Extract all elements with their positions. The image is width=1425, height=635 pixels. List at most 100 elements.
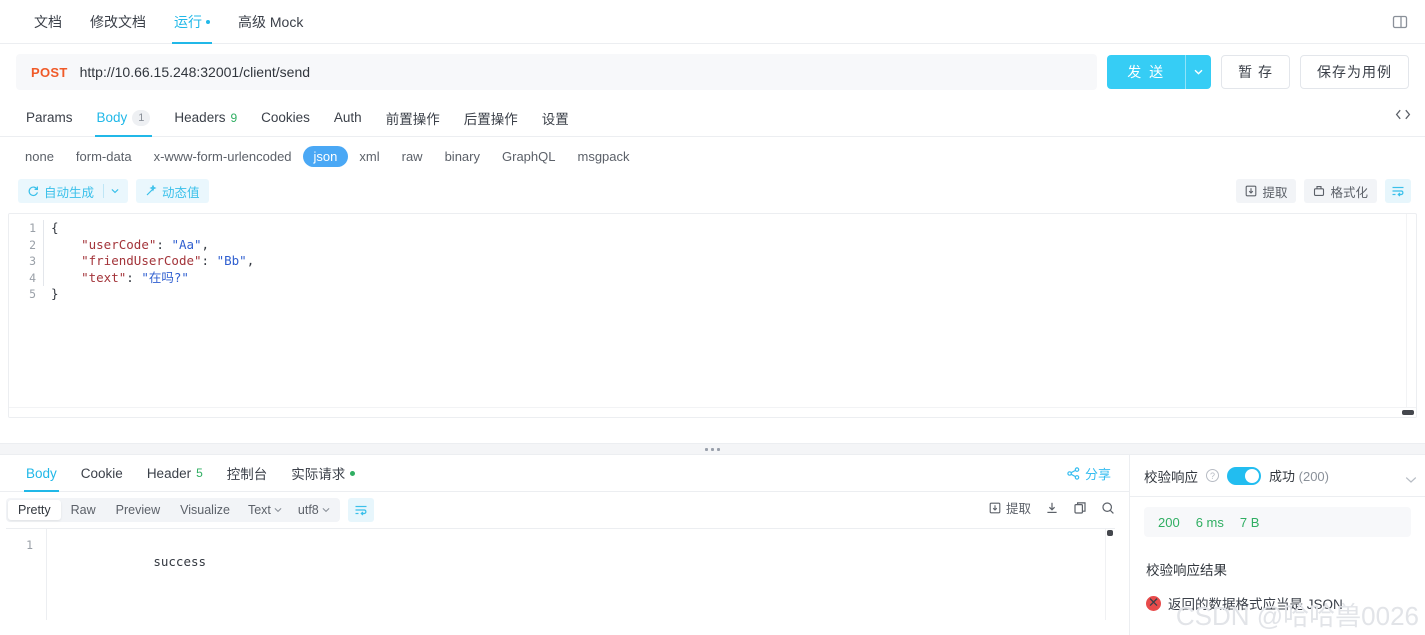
top-tab-edit-doc[interactable]: 修改文档: [76, 0, 160, 43]
response-toolbar-right: 提取: [989, 498, 1115, 517]
json-key: "userCode": [81, 236, 157, 252]
stash-button[interactable]: 暂 存: [1221, 55, 1290, 89]
line-number: 5: [29, 287, 36, 301]
scrollbar-thumb[interactable]: [1402, 410, 1414, 415]
request-tab-post-script[interactable]: 后置操作: [452, 99, 530, 136]
response-type-value: Text: [247, 503, 271, 517]
stash-button-label: 暂 存: [1238, 64, 1273, 80]
body-type-json[interactable]: json: [302, 146, 349, 167]
editor-toolbar-right: 提取 格式化: [1236, 179, 1411, 203]
verify-header: 校验响应 ? 成功 (200): [1130, 455, 1425, 497]
response-tab-label: Cookie: [80, 465, 123, 481]
request-tab-params[interactable]: Params: [14, 99, 85, 136]
response-extract-label: 提取: [1005, 502, 1031, 516]
body-type-form-data[interactable]: form-data: [65, 146, 143, 167]
request-tab-pre-script[interactable]: 前置操作: [374, 99, 452, 136]
response-tab-body[interactable]: Body: [14, 455, 69, 492]
response-code-lines[interactable]: success: [40, 531, 1115, 587]
response-view-visualize[interactable]: Visualize: [170, 500, 240, 520]
response-view-preview[interactable]: Preview: [106, 500, 170, 520]
response-text-wrap-icon[interactable]: [347, 498, 374, 522]
code-brackets-icon[interactable]: [1395, 108, 1411, 126]
response-extract-button[interactable]: 提取: [989, 498, 1031, 517]
body-type-none[interactable]: none: [14, 146, 65, 167]
response-metrics: 200 6 ms 7 B: [1144, 507, 1411, 537]
auto-generate-label: 自动生成: [44, 185, 95, 200]
request-body-editor[interactable]: 1 2 3 4 5 { "userCode": "Aa", "friendUse…: [8, 213, 1417, 418]
copy-icon[interactable]: [1073, 501, 1087, 515]
response-toolbar: Pretty Raw Preview Visualize Text utf8 提…: [0, 492, 1129, 526]
download-icon[interactable]: [1045, 501, 1059, 515]
response-view-raw[interactable]: Raw: [61, 500, 106, 520]
scrollbar-thumb[interactable]: [1107, 530, 1113, 536]
verify-title: 校验响应: [1144, 469, 1198, 485]
verify-toggle[interactable]: [1227, 466, 1261, 485]
response-encoding-select[interactable]: utf8: [290, 500, 338, 520]
metric-status: 200: [1158, 514, 1180, 530]
split-panel-icon[interactable]: [1387, 10, 1413, 34]
response-tab-cookie[interactable]: Cookie: [69, 455, 135, 491]
url-row: POST http://10.66.15.248:32001/client/se…: [0, 44, 1425, 99]
code-line: "userCode": "Aa",: [81, 236, 210, 252]
request-code-area[interactable]: 1 2 3 4 5 { "userCode": "Aa", "friendUse…: [9, 214, 1416, 303]
extract-icon: [989, 502, 1001, 513]
panel-splitter[interactable]: [0, 443, 1425, 455]
top-tab-run[interactable]: 运行: [160, 0, 224, 44]
response-tab-header[interactable]: Header 5: [135, 455, 215, 491]
response-vertical-scrollbar[interactable]: [1105, 529, 1115, 620]
verify-response-panel: 校验响应 ? 成功 (200) 200 6 ms 7 B 校验响应结果 ✕ 返回…: [1130, 455, 1425, 635]
response-left-pane: Body Cookie Header 5 控制台 实际请求 分享 Pretty …: [0, 455, 1130, 635]
request-tab-body[interactable]: Body 1: [85, 99, 163, 137]
editor-horizontal-scrollbar[interactable]: [9, 407, 1416, 417]
request-tab-headers[interactable]: Headers 9: [162, 99, 249, 136]
text-wrap-icon[interactable]: [1385, 179, 1411, 203]
format-button[interactable]: 格式化: [1304, 179, 1377, 203]
auto-generate-button[interactable]: 自动生成: [18, 179, 129, 203]
share-label: 分享: [1084, 467, 1111, 482]
body-type-binary[interactable]: binary: [434, 146, 491, 167]
extract-button[interactable]: 提取: [1236, 179, 1297, 203]
metric-time: 6 ms: [1195, 514, 1224, 530]
response-tab-actual-request[interactable]: 实际请求: [279, 455, 367, 491]
request-tab-badge: 9: [230, 110, 238, 125]
dynamic-value-label: 动态值: [162, 185, 200, 200]
response-view-pretty[interactable]: Pretty: [8, 500, 61, 520]
line-number: 1: [29, 221, 36, 235]
response-type-select[interactable]: Text: [240, 500, 290, 520]
chevron-down-icon[interactable]: [1405, 471, 1417, 489]
send-button[interactable]: 发 送: [1107, 55, 1186, 89]
response-tab-console[interactable]: 控制台: [215, 455, 280, 491]
share-button[interactable]: 分享: [1067, 464, 1111, 483]
body-type-urlencoded[interactable]: x-www-form-urlencoded: [143, 146, 303, 167]
send-button-group: 发 送: [1107, 55, 1212, 89]
top-tab-label: 高级 Mock: [238, 13, 304, 30]
response-text: success: [153, 553, 207, 569]
save-as-case-button[interactable]: 保存为用例: [1300, 55, 1409, 89]
code-lines[interactable]: { "userCode": "Aa", "friendUserCode": "B…: [43, 214, 1416, 303]
request-tab-cookies[interactable]: Cookies: [249, 99, 322, 136]
http-method[interactable]: POST: [31, 65, 68, 80]
body-type-msgpack[interactable]: msgpack: [566, 146, 640, 167]
response-body-viewer[interactable]: 1 success: [6, 528, 1115, 620]
body-type-raw[interactable]: raw: [391, 146, 434, 167]
top-tab-doc[interactable]: 文档: [20, 0, 76, 43]
dynamic-value-button[interactable]: 动态值: [136, 179, 209, 203]
send-dropdown-button[interactable]: [1185, 55, 1212, 89]
url-text[interactable]: http://10.66.15.248:32001/client/send: [80, 64, 310, 80]
refresh-icon: [28, 186, 38, 197]
json-comma: ,: [246, 253, 255, 268]
request-tab-auth[interactable]: Auth: [322, 99, 374, 136]
editor-vertical-scrollbar[interactable]: [1406, 214, 1416, 407]
url-input[interactable]: POST http://10.66.15.248:32001/client/se…: [16, 54, 1098, 90]
extract-label: 提取: [1262, 185, 1288, 200]
share-icon: [1067, 467, 1080, 480]
response-tab-badge: 5: [196, 466, 203, 480]
json-value: "在吗?": [141, 269, 189, 285]
question-mark-icon[interactable]: ?: [1206, 469, 1219, 482]
top-tab-advanced-mock[interactable]: 高级 Mock: [224, 0, 317, 43]
search-icon[interactable]: [1101, 501, 1115, 515]
response-code-area[interactable]: 1 success: [6, 529, 1115, 587]
body-type-xml[interactable]: xml: [348, 146, 390, 167]
body-type-graphql[interactable]: GraphQL: [491, 146, 566, 167]
request-tab-settings[interactable]: 设置: [530, 99, 581, 136]
